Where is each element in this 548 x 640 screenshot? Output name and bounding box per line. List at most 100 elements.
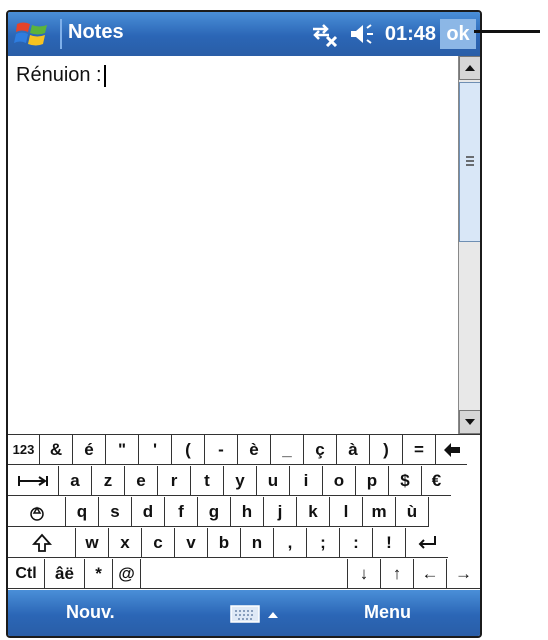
- arrow-down-icon: [465, 419, 475, 425]
- key-c-cedilla[interactable]: ç: [304, 435, 337, 465]
- text-cursor: [103, 64, 106, 87]
- key-tab[interactable]: [8, 466, 59, 496]
- menu-bar: Nouv. Menu: [8, 590, 480, 636]
- key-blank-right: [429, 497, 480, 527]
- menu-button[interactable]: Menu: [364, 602, 411, 623]
- key-l[interactable]: l: [330, 497, 363, 527]
- enter-icon: [418, 535, 436, 549]
- app-title: Notes: [68, 21, 124, 43]
- key-y[interactable]: y: [224, 466, 257, 496]
- input-panel-button[interactable]: [230, 604, 280, 624]
- title-bar: Notes 01:48 ok: [8, 12, 480, 56]
- key-c[interactable]: c: [142, 528, 175, 558]
- connectivity-off-icon[interactable]: [309, 21, 339, 47]
- key-j[interactable]: j: [264, 497, 297, 527]
- grip-icon: [466, 156, 474, 166]
- key-v[interactable]: v: [175, 528, 208, 558]
- key-n[interactable]: n: [241, 528, 274, 558]
- key-underscore[interactable]: _: [271, 435, 304, 465]
- key-s[interactable]: s: [99, 497, 132, 527]
- note-text-line: Rénuion :: [16, 64, 106, 87]
- key-w[interactable]: w: [76, 528, 109, 558]
- key-backspace[interactable]: [436, 435, 467, 465]
- key-caps-lock[interactable]: [8, 497, 66, 527]
- backspace-icon: [443, 442, 460, 457]
- key-shift[interactable]: [8, 528, 76, 558]
- key-z[interactable]: z: [92, 466, 125, 496]
- key-close-paren[interactable]: ): [370, 435, 403, 465]
- key-e-acute[interactable]: é: [73, 435, 106, 465]
- key-k[interactable]: k: [297, 497, 330, 527]
- key-f[interactable]: f: [165, 497, 198, 527]
- key-asterisk[interactable]: *: [85, 559, 113, 589]
- key-u[interactable]: u: [257, 466, 290, 496]
- key-a-grave[interactable]: à: [337, 435, 370, 465]
- volume-icon[interactable]: [349, 22, 375, 46]
- new-button[interactable]: Nouv.: [66, 602, 115, 623]
- scroll-thumb[interactable]: [459, 82, 480, 242]
- keyboard-icon: [230, 605, 260, 623]
- key-enter[interactable]: [406, 528, 448, 558]
- key-h[interactable]: h: [231, 497, 264, 527]
- clock[interactable]: 01:48: [385, 23, 436, 46]
- key-ampersand[interactable]: &: [40, 435, 73, 465]
- key-accents[interactable]: âë: [45, 559, 85, 589]
- key-b[interactable]: b: [208, 528, 241, 558]
- key-o[interactable]: o: [323, 466, 356, 496]
- key-arrow-up[interactable]: ↑: [381, 559, 414, 589]
- vertical-scrollbar[interactable]: [458, 56, 480, 434]
- title-separator: [60, 19, 62, 49]
- key-e-grave[interactable]: è: [238, 435, 271, 465]
- key-space[interactable]: [141, 559, 348, 589]
- key-comma[interactable]: ,: [274, 528, 307, 558]
- callout-pointer-line: [474, 30, 540, 33]
- key-123[interactable]: 123: [8, 435, 40, 465]
- status-area: 01:48: [309, 21, 436, 47]
- soft-keyboard: 123 & é " ' ( - è _ ç à ) = a z e r t y …: [8, 434, 480, 591]
- key-t[interactable]: t: [191, 466, 224, 496]
- key-x[interactable]: x: [109, 528, 142, 558]
- key-a[interactable]: a: [59, 466, 92, 496]
- key-arrow-down[interactable]: ↓: [348, 559, 381, 589]
- note-text: Rénuion :: [16, 64, 102, 86]
- scroll-down-button[interactable]: [459, 410, 480, 434]
- key-apostrophe[interactable]: ': [139, 435, 172, 465]
- keyboard-row-5: Ctl âë * @ ↓ ↑ ← →: [8, 559, 480, 590]
- caps-lock-icon: [29, 506, 44, 521]
- key-hyphen[interactable]: -: [205, 435, 238, 465]
- keyboard-row-3: q s d f g h j k l m ù: [8, 497, 480, 528]
- key-equals[interactable]: =: [403, 435, 436, 465]
- key-d[interactable]: d: [132, 497, 165, 527]
- keyboard-row-4: w x c v b n , ; : !: [8, 528, 448, 559]
- keyboard-row-1: 123 & é " ' ( - è _ ç à ) =: [8, 435, 467, 466]
- key-arrow-left[interactable]: ←: [414, 559, 447, 589]
- key-q[interactable]: q: [66, 497, 99, 527]
- scroll-up-button[interactable]: [459, 56, 480, 80]
- key-colon[interactable]: :: [340, 528, 373, 558]
- key-semicolon[interactable]: ;: [307, 528, 340, 558]
- key-m[interactable]: m: [363, 497, 396, 527]
- key-e[interactable]: e: [125, 466, 158, 496]
- key-double-quote[interactable]: ": [106, 435, 139, 465]
- tab-icon: [18, 475, 48, 486]
- key-open-paren[interactable]: (: [172, 435, 205, 465]
- key-exclamation[interactable]: !: [373, 528, 406, 558]
- key-r[interactable]: r: [158, 466, 191, 496]
- caret-up-icon: [268, 612, 278, 618]
- key-i[interactable]: i: [290, 466, 323, 496]
- ok-button[interactable]: ok: [440, 19, 476, 49]
- key-p[interactable]: p: [356, 466, 389, 496]
- key-dollar[interactable]: $: [389, 466, 422, 496]
- windows-start-icon[interactable]: [14, 18, 50, 48]
- arrow-up-icon: [465, 65, 475, 71]
- shift-icon: [31, 533, 52, 552]
- keyboard-row-2: a z e r t y u i o p $ €: [8, 466, 451, 497]
- key-at[interactable]: @: [113, 559, 141, 589]
- key-u-grave[interactable]: ù: [396, 497, 429, 527]
- key-ctrl[interactable]: Ctl: [8, 559, 45, 589]
- key-euro[interactable]: €: [422, 466, 451, 496]
- pocket-pc-screen: Notes 01:48 ok Rénuion : 123 & é " ' (-…: [6, 10, 482, 638]
- key-arrow-right[interactable]: →: [447, 559, 480, 589]
- note-editor[interactable]: Rénuion :: [8, 56, 458, 434]
- key-g[interactable]: g: [198, 497, 231, 527]
